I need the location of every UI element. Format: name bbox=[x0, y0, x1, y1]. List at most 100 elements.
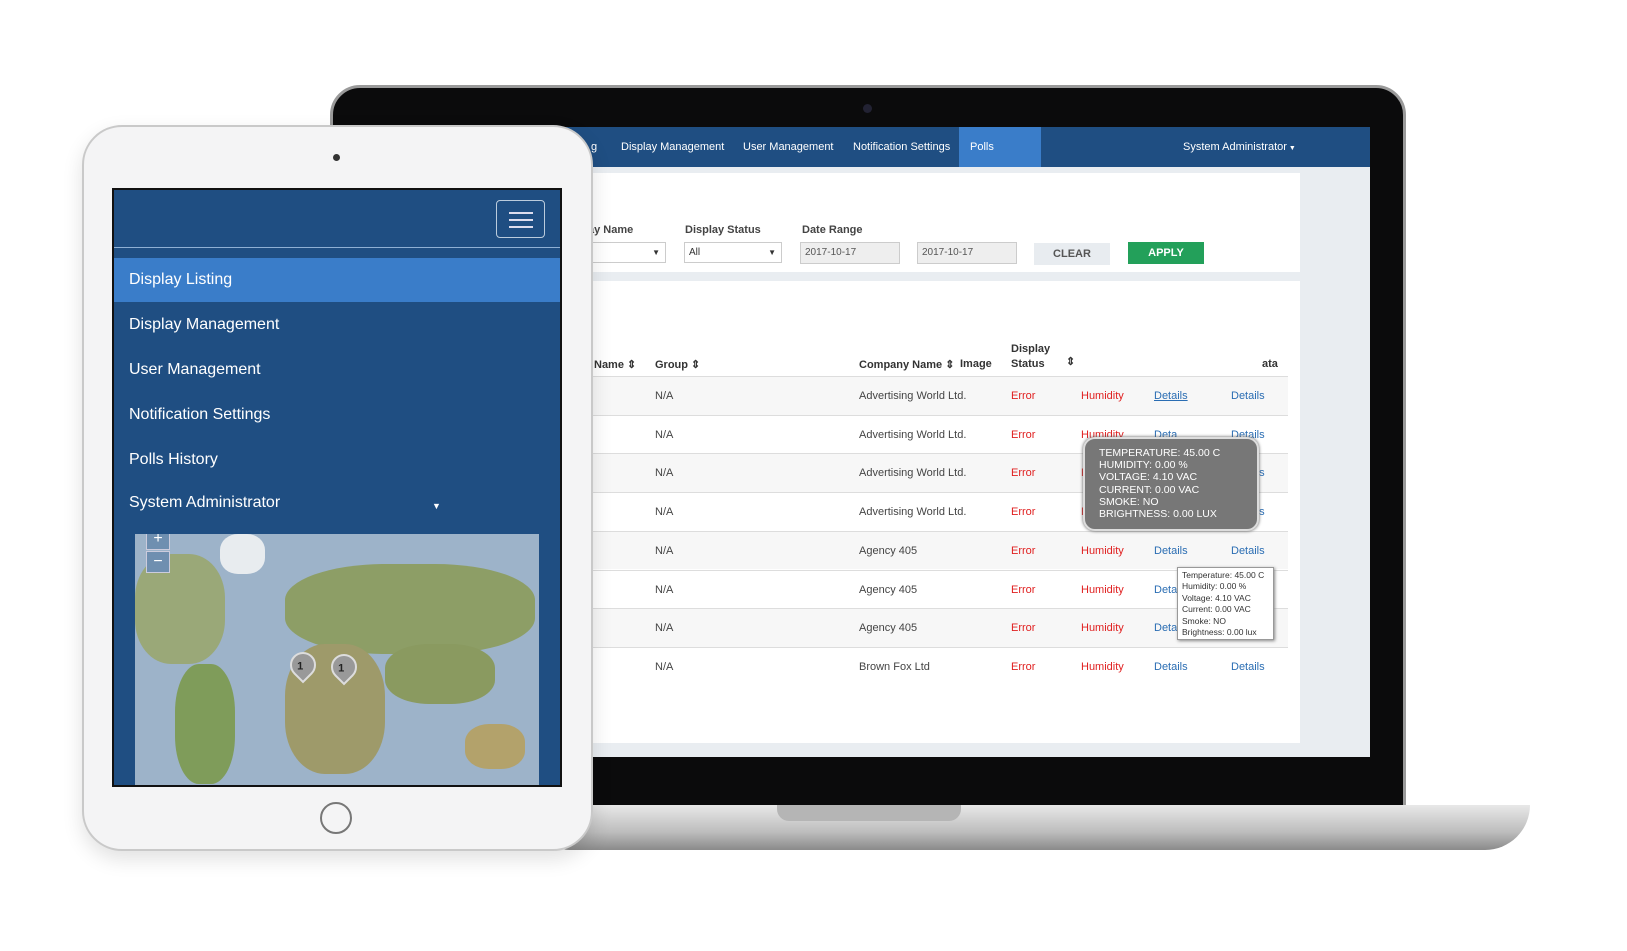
tooltip-line: SMOKE: NO bbox=[1099, 495, 1159, 508]
menu-system-administrator[interactable]: System Administrator ▼ bbox=[114, 481, 560, 525]
company-cell: Agency 405 bbox=[859, 622, 918, 635]
menu-user-management[interactable]: User Management bbox=[114, 348, 560, 392]
nav-user-management[interactable]: User Management bbox=[732, 127, 845, 167]
laptop-screen: g Display Management User Management Not… bbox=[560, 127, 1370, 757]
group-cell: N/A bbox=[655, 506, 674, 519]
group-cell: N/A bbox=[655, 622, 674, 635]
group-cell: N/A bbox=[655, 390, 674, 402]
polls-table: Name ⇕ Group ⇕ Company Name ⇕ Image Disp… bbox=[560, 281, 1300, 743]
company-cell: Advertising World Ltd. bbox=[859, 467, 967, 480]
details-link[interactable]: Details bbox=[1154, 545, 1188, 557]
status-cell: Error bbox=[1011, 583, 1036, 596]
header-image: Image bbox=[960, 358, 992, 370]
menu-display-listing[interactable]: Display Listing bbox=[114, 258, 560, 302]
map-zoom-out[interactable]: − bbox=[146, 551, 170, 573]
display-status-select[interactable]: All ▼ bbox=[684, 242, 782, 263]
laptop-notch bbox=[777, 805, 961, 821]
status-cell: Error bbox=[1011, 390, 1036, 402]
camera-icon bbox=[863, 104, 872, 113]
menu-polls-history[interactable]: Polls History bbox=[114, 438, 560, 482]
alert-cell: Humidity bbox=[1081, 544, 1124, 557]
sensor-tooltip-dark: TEMPERATURE: 45.00 C HUMIDITY: 0.00 % VOLT… bbox=[1083, 437, 1259, 531]
tooltip-line: Smoke: NO bbox=[1182, 615, 1226, 626]
header-group[interactable]: Group ⇕ bbox=[655, 358, 700, 371]
sensor-tooltip-light: Temperature: 45.00 C Humidity: 0.00 % Volt… bbox=[1177, 567, 1274, 640]
nav-polls-history[interactable]: Polls History bbox=[959, 127, 1041, 193]
nav-divider bbox=[114, 247, 560, 248]
clear-button[interactable]: CLEAR bbox=[1034, 243, 1110, 265]
header-company[interactable]: Company Name ⇕ bbox=[859, 358, 954, 371]
caret-down-icon: ▼ bbox=[768, 248, 776, 257]
tooltip-line: TEMPERATURE: 45.00 C bbox=[1099, 447, 1221, 459]
tablet-camera-icon bbox=[333, 154, 340, 161]
map-zoom-in[interactable]: + bbox=[146, 534, 170, 550]
status-cell: Error bbox=[1011, 428, 1036, 441]
menu-notification-settings[interactable]: Notification Settings bbox=[114, 393, 560, 437]
table-row: N/A Advertising World Ltd. Error Humidity De… bbox=[560, 376, 1288, 415]
menu-display-management[interactable]: Display Management bbox=[114, 303, 560, 347]
tooltip-line: BRIGHTNESS: 0.00 LUX bbox=[1099, 508, 1217, 521]
caret-down-icon: ▼ bbox=[652, 248, 660, 257]
tooltip-line: Brightness: 0.00 lux bbox=[1182, 627, 1257, 638]
data-details-link[interactable]: Details bbox=[1231, 390, 1265, 402]
apply-button[interactable]: APPLY bbox=[1128, 242, 1204, 264]
company-cell: Agency 405 bbox=[859, 544, 918, 557]
tooltip-line: Voltage: 4.10 VAC bbox=[1182, 592, 1251, 603]
group-cell: N/A bbox=[655, 544, 674, 557]
top-nav: g Display Management User Management Not… bbox=[560, 127, 1370, 193]
laptop-base bbox=[540, 805, 1530, 850]
alert-cell: Humidity bbox=[1081, 390, 1124, 402]
date-range-label: Date Range bbox=[802, 224, 863, 236]
date-to-input[interactable]: 2017-10-17 bbox=[917, 242, 1017, 264]
marker-count: 1 bbox=[297, 660, 304, 673]
group-cell: N/A bbox=[655, 660, 674, 673]
caret-down-icon: ▼ bbox=[432, 501, 441, 511]
status-cell: Error bbox=[1011, 506, 1036, 519]
table-row: N/A Agency 405 Error Humidity Details Details bbox=[560, 530, 1288, 570]
alert-cell: Humidity bbox=[1081, 660, 1124, 673]
sort-icon[interactable]: ⇕ bbox=[1066, 355, 1075, 368]
status-cell: Error bbox=[1011, 467, 1036, 480]
header-display-status-line2: Status bbox=[1011, 358, 1045, 370]
filter-panel: ay Name ▼ Display Status All ▼ Date Range… bbox=[560, 173, 1300, 272]
status-cell: Error bbox=[1011, 544, 1036, 557]
company-cell: Brown Fox Ltd bbox=[859, 660, 930, 673]
company-cell: Agency 405 bbox=[859, 583, 918, 596]
tooltip-line: Humidity: 0.00 % bbox=[1182, 581, 1247, 592]
tooltip-line: Temperature: 45.00 C bbox=[1182, 570, 1265, 580]
tooltip-line: Current: 0.00 VAC bbox=[1182, 604, 1251, 615]
status-cell: Error bbox=[1011, 660, 1036, 673]
date-from-input[interactable]: 2017-10-17 bbox=[800, 242, 900, 264]
header-name[interactable]: Name ⇕ bbox=[594, 358, 636, 371]
display-status-label: Display Status bbox=[685, 224, 761, 236]
group-cell: N/A bbox=[655, 428, 674, 441]
tooltip-line: HUMIDITY: 0.00 % bbox=[1099, 459, 1188, 472]
display-status-value: All bbox=[689, 247, 701, 258]
header-display-status[interactable]: Display Status bbox=[1011, 343, 1050, 370]
company-cell: Advertising World Ltd. bbox=[859, 506, 967, 519]
tooltip-line: VOLTAGE: 4.10 VAC bbox=[1099, 471, 1198, 484]
header-display-status-line1: Display bbox=[1011, 343, 1051, 355]
menu-system-administrator-label: System Administrator bbox=[129, 494, 281, 511]
alert-cell: Humidity bbox=[1081, 583, 1124, 596]
tablet-screen: Display Listing Display Management User … bbox=[112, 188, 562, 787]
home-button bbox=[320, 802, 352, 834]
nav-notification-settings[interactable]: Notification Settings bbox=[842, 127, 961, 167]
data-details-link[interactable]: Details bbox=[1231, 545, 1265, 557]
details-link[interactable]: Details bbox=[1154, 390, 1188, 402]
world-map[interactable]: + − 1 1 bbox=[135, 534, 539, 785]
display-name-label: ay Name bbox=[588, 224, 634, 236]
details-link[interactable]: Details bbox=[1154, 661, 1188, 673]
hamburger-menu-icon[interactable] bbox=[496, 200, 545, 238]
company-cell: Advertising World Ltd. bbox=[859, 428, 967, 441]
nav-display-management[interactable]: Display Management bbox=[610, 127, 735, 167]
data-details-link[interactable]: Details bbox=[1231, 661, 1265, 673]
group-cell: N/A bbox=[655, 583, 674, 596]
user-menu-label: System Administrator bbox=[1183, 141, 1287, 153]
alert-cell: Humidity bbox=[1081, 622, 1124, 635]
tooltip-line: CURRENT: 0.00 VAC bbox=[1099, 483, 1200, 496]
user-menu[interactable]: System Administrator ▼ bbox=[1172, 127, 1307, 167]
marker-count: 1 bbox=[338, 662, 345, 675]
status-cell: Error bbox=[1011, 622, 1036, 635]
table-row: N/A Brown Fox Ltd Error Humidity Details Deta… bbox=[560, 646, 1288, 686]
